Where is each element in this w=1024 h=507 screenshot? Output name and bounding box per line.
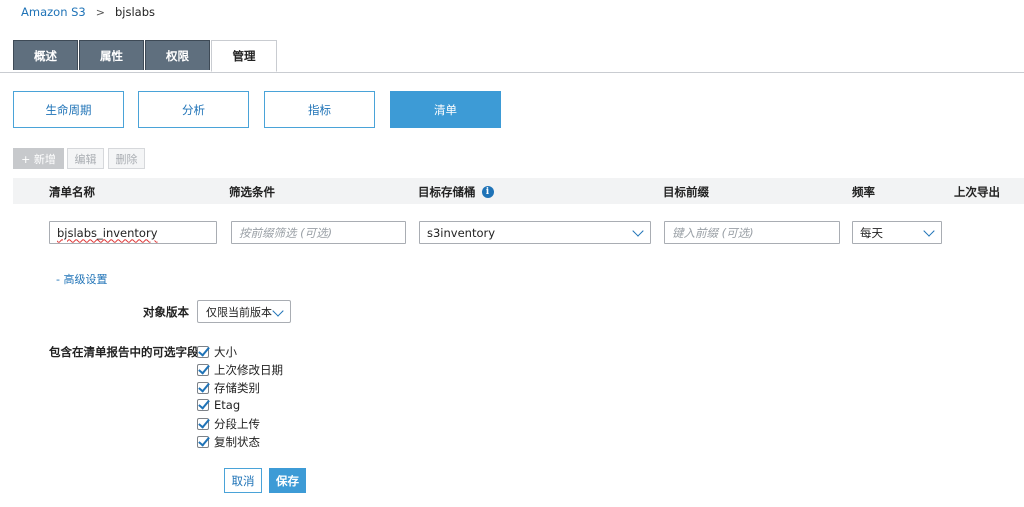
header-filter: 筛选条件 (229, 184, 275, 200)
checkbox-label: 复制状态 (214, 435, 260, 449)
object-version-value: 仅限当前版本 (206, 305, 272, 319)
object-version-select[interactable]: 仅限当前版本 (197, 300, 291, 323)
object-version-label: 对象版本 (143, 305, 189, 319)
info-icon[interactable]: i (481, 186, 494, 198)
tab-management[interactable]: 管理 (211, 40, 277, 72)
subnav-analytics[interactable]: 分析 (138, 91, 249, 128)
checkbox-label: 大小 (214, 345, 237, 359)
checkbox-size[interactable]: 大小 (197, 344, 237, 360)
breadcrumb-root-link[interactable]: Amazon S3 (21, 5, 86, 19)
target-bucket-value: s3inventory (427, 225, 496, 240)
add-button[interactable]: + 新增 (13, 148, 64, 169)
header-label: 目标存储桶 (418, 185, 476, 199)
tab-permissions[interactable]: 权限 (145, 40, 210, 70)
header-last-export: 上次导出 (954, 184, 1000, 200)
cancel-button[interactable]: 取消 (224, 468, 262, 493)
breadcrumb-current: bjslabs (114, 5, 155, 19)
checkbox-label: Etag (214, 398, 241, 412)
checkbox-checked-icon[interactable] (197, 346, 209, 358)
chevron-down-icon (923, 225, 935, 237)
checkbox-checked-icon[interactable] (197, 436, 209, 448)
chevron-down-icon (632, 225, 644, 237)
checkbox-last-modified[interactable]: 上次修改日期 (197, 362, 283, 378)
checkbox-checked-icon[interactable] (197, 382, 209, 394)
delete-button[interactable]: 删除 (108, 148, 145, 169)
header-label: 频率 (852, 185, 875, 199)
checkbox-multipart-upload[interactable]: 分段上传 (197, 416, 260, 432)
frequency-select[interactable]: 每天 (852, 221, 942, 244)
checkbox-replication-status[interactable]: 复制状态 (197, 434, 260, 450)
header-frequency: 频率 (852, 184, 875, 200)
checkbox-checked-icon[interactable] (197, 399, 209, 411)
table-header: 清单名称 筛选条件 目标存储桶 i 目标前缀 频率 上次导出 (13, 178, 1024, 204)
tab-bar: 概述 属性 权限 管理 (0, 40, 1024, 73)
tab-properties[interactable]: 属性 (79, 40, 144, 70)
tab-overview[interactable]: 概述 (13, 40, 78, 70)
checkbox-checked-icon[interactable] (197, 364, 209, 376)
chevron-right-icon: > (95, 5, 105, 19)
header-inventory-name: 清单名称 (49, 184, 95, 200)
checkbox-etag[interactable]: Etag (197, 398, 240, 412)
chevron-down-icon (272, 305, 284, 317)
target-prefix-input[interactable]: 键入前缀 (可选) (664, 221, 840, 244)
subnav-inventory[interactable]: 清单 (390, 91, 501, 128)
header-label: 筛选条件 (229, 185, 275, 199)
save-button[interactable]: 保存 (269, 468, 306, 493)
header-label: 目标前缀 (663, 185, 709, 199)
edit-button[interactable]: 编辑 (67, 148, 104, 169)
frequency-value: 每天 (860, 225, 883, 240)
header-label: 清单名称 (49, 185, 95, 199)
checkbox-storage-class[interactable]: 存储类别 (197, 380, 260, 396)
subnav-metrics[interactable]: 指标 (264, 91, 375, 128)
checkbox-label: 分段上传 (214, 417, 260, 431)
checkbox-label: 存储类别 (214, 381, 260, 395)
checkbox-checked-icon[interactable] (197, 418, 209, 430)
advanced-settings-toggle[interactable]: - 高级设置 (56, 271, 107, 287)
subnav-lifecycle[interactable]: 生命周期 (13, 91, 124, 128)
checkbox-label: 上次修改日期 (214, 363, 283, 377)
target-bucket-select[interactable]: s3inventory (419, 221, 651, 244)
breadcrumb: Amazon S3 > bjslabs (21, 5, 155, 19)
optional-fields-label: 包含在清单报告中的可选字段 (49, 345, 199, 359)
header-target-bucket: 目标存储桶 i (418, 184, 494, 200)
inventory-name-input[interactable]: bjslabs_inventory (49, 221, 217, 244)
header-label: 上次导出 (954, 185, 1000, 199)
header-target-prefix: 目标前缀 (663, 184, 709, 200)
inventory-name-value: bjslabs_inventory (57, 225, 158, 240)
filter-input[interactable]: 按前缀筛选 (可选) (231, 221, 406, 244)
